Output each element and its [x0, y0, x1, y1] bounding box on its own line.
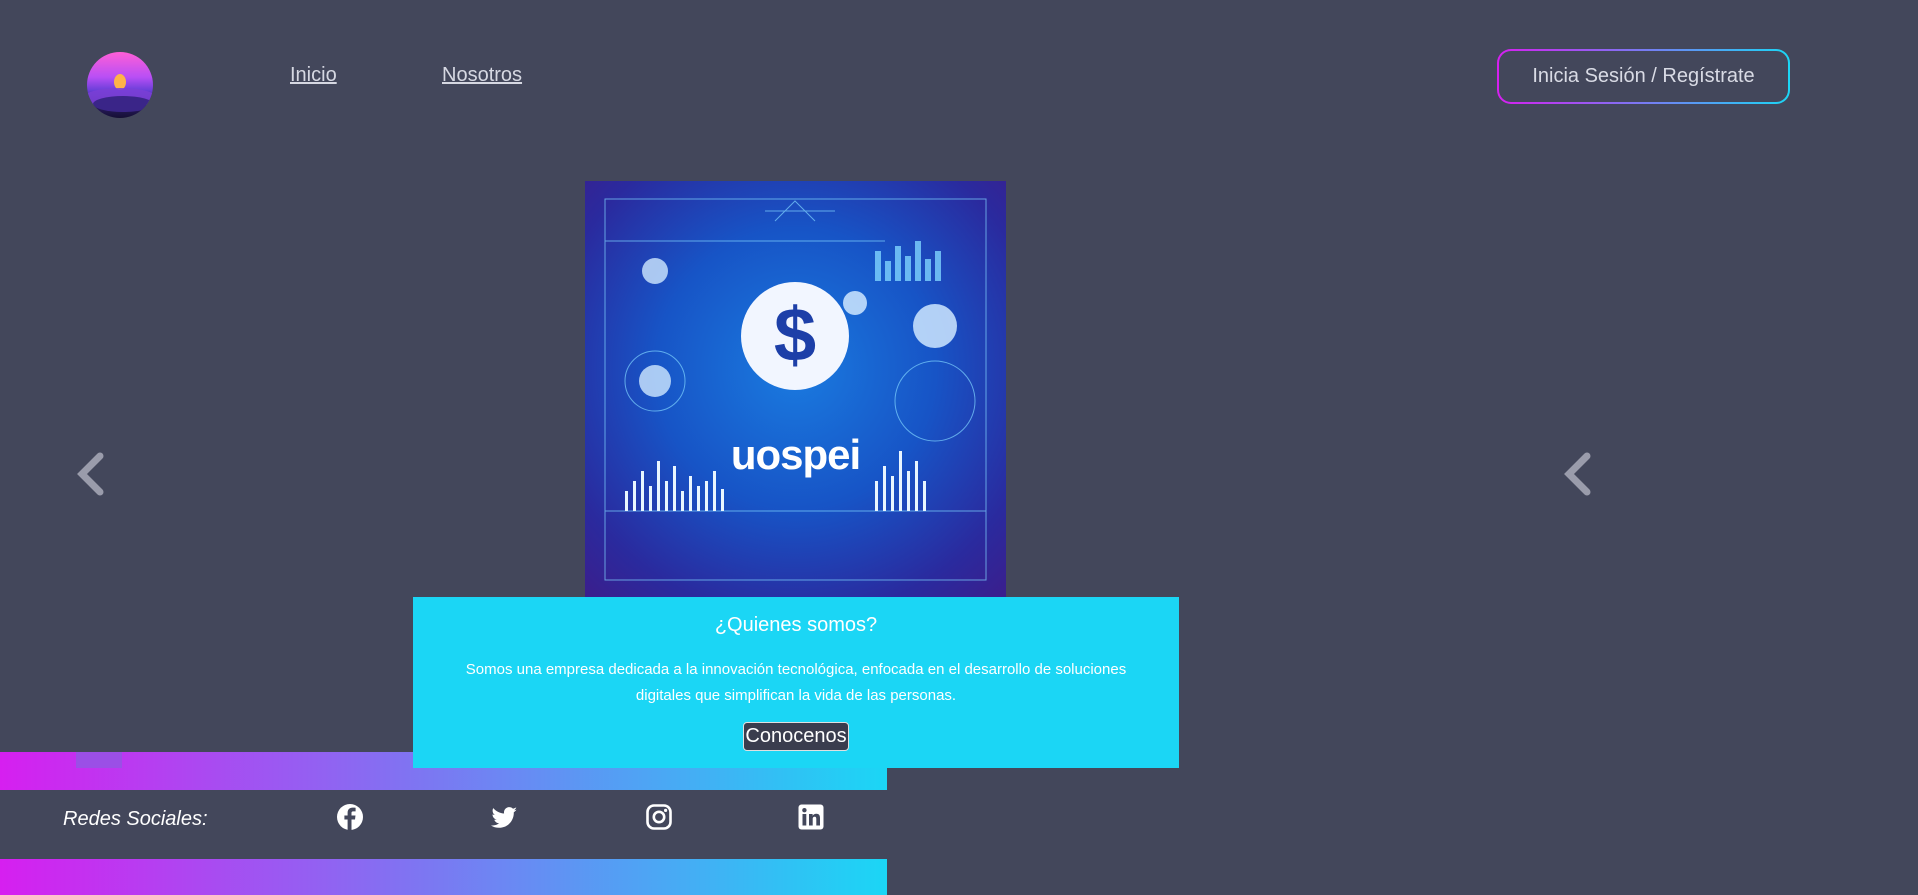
hero-image: $ uospei: [585, 181, 1006, 598]
twitter-icon[interactable]: [490, 803, 518, 831]
footer-label: Redes Sociales:: [63, 808, 208, 830]
about-box: ¿Quienes somos? Somos una empresa dedica…: [413, 597, 1179, 768]
linkedin-icon[interactable]: [797, 803, 825, 831]
about-title: ¿Quienes somos?: [714, 614, 878, 636]
login-register-button[interactable]: Inicia Sesión / Regístrate: [1497, 49, 1790, 104]
carousel-indicator[interactable]: [76, 752, 122, 768]
chevron-left-icon: [1564, 452, 1591, 496]
logo-icon[interactable]: [87, 52, 153, 118]
nav-link-inicio[interactable]: Inicio: [290, 64, 337, 87]
about-text: Somos una empresa dedicada a la innovaci…: [465, 661, 1127, 704]
svg-text:$: $: [774, 293, 816, 378]
carousel-prev-button[interactable]: [70, 452, 110, 496]
carousel-next-button[interactable]: [1557, 452, 1597, 496]
hero-image-caption: uospei: [730, 431, 861, 478]
gradient-bar-bottom: [0, 859, 887, 895]
nav-link-nosotros[interactable]: Nosotros: [442, 64, 522, 87]
instagram-icon[interactable]: [645, 803, 673, 831]
conocenos-button[interactable]: Conocenos: [743, 722, 849, 751]
facebook-icon[interactable]: [336, 803, 364, 831]
chevron-left-icon: [77, 452, 104, 496]
